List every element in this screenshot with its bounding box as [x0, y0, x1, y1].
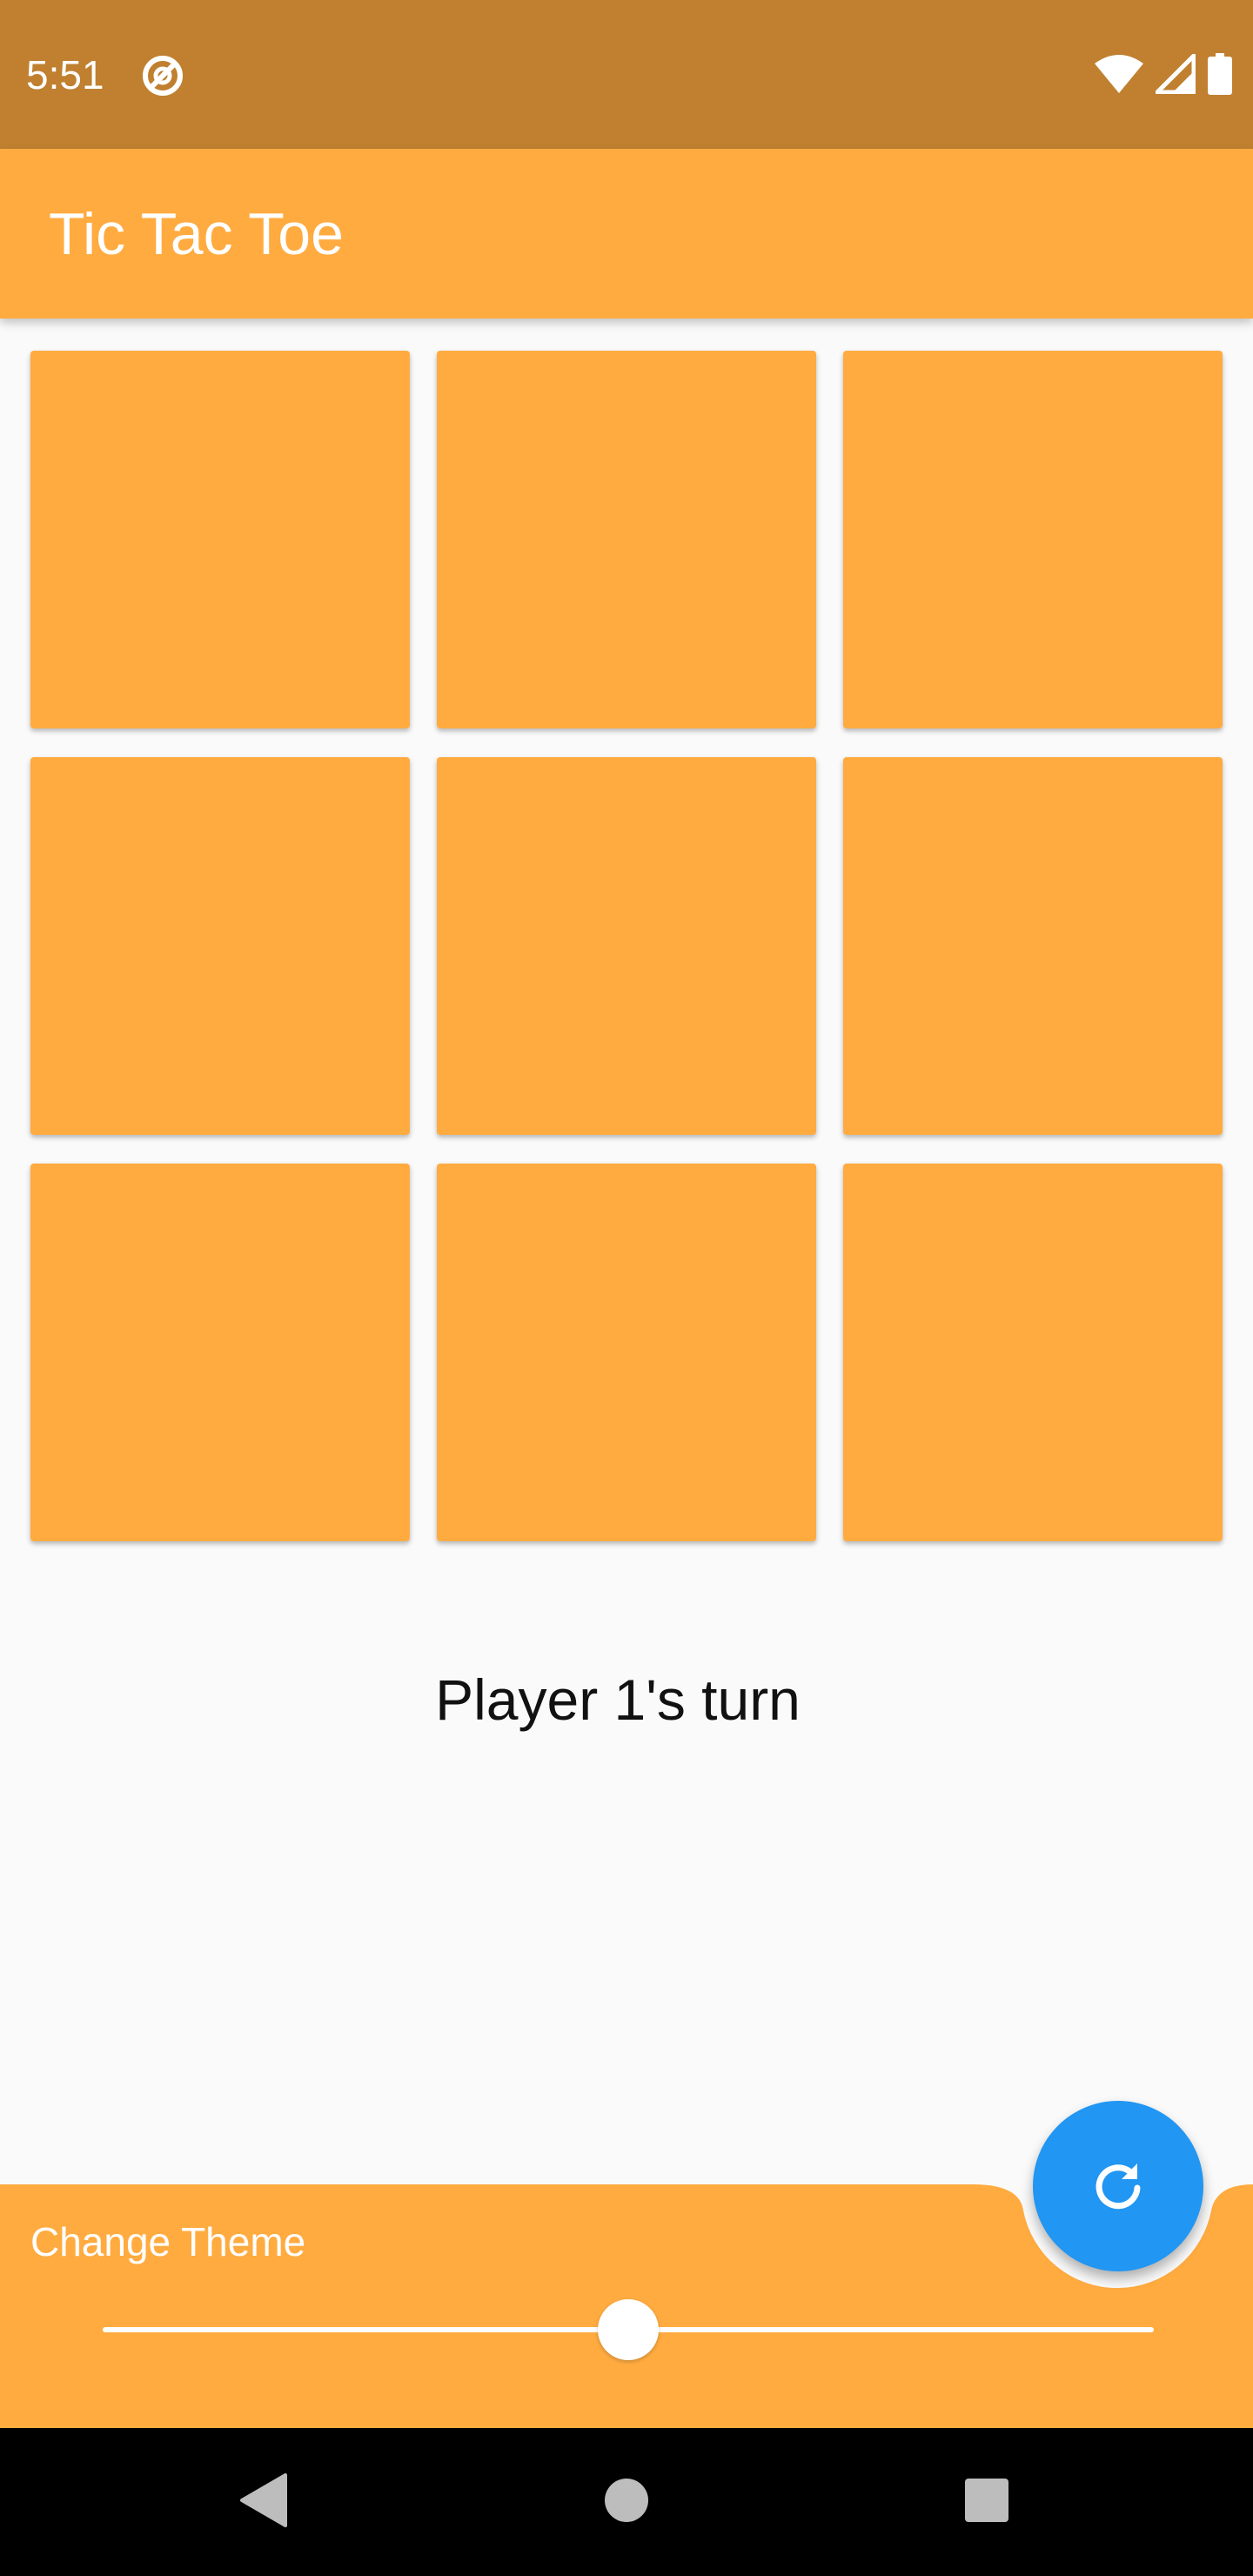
- status-bar: 5:51: [0, 0, 1253, 149]
- recents-button[interactable]: [948, 2464, 1025, 2540]
- recents-square-icon: [964, 2478, 1009, 2527]
- status-time: 5:51: [26, 52, 104, 97]
- home-circle-icon: [604, 2478, 649, 2527]
- refresh-icon: [1090, 2157, 1146, 2217]
- board-cell-1[interactable]: [30, 351, 410, 728]
- cell-signal-icon: [1155, 53, 1196, 98]
- board-cell-9[interactable]: [843, 1164, 1223, 1541]
- turn-status: Player 1's turn: [435, 1667, 801, 1732]
- at-sign-icon: [139, 52, 186, 99]
- board-cell-7[interactable]: [30, 1164, 410, 1541]
- board-cell-5[interactable]: [437, 757, 816, 1135]
- board-cell-8[interactable]: [437, 1164, 816, 1541]
- slider-thumb[interactable]: [598, 2299, 659, 2360]
- board-cell-4[interactable]: [30, 757, 410, 1135]
- app-title: Tic Tac Toe: [49, 201, 344, 267]
- back-button[interactable]: [224, 2464, 301, 2540]
- back-triangle-icon: [238, 2472, 287, 2532]
- status-icons: [1095, 52, 1232, 99]
- change-theme-label: Change Theme: [30, 2219, 306, 2264]
- board-cell-2[interactable]: [437, 351, 816, 728]
- board-cell-3[interactable]: [843, 351, 1223, 728]
- reset-game-button[interactable]: [1033, 2101, 1203, 2271]
- theme-slider[interactable]: [103, 2294, 1154, 2367]
- system-nav-bar: [0, 2428, 1253, 2576]
- home-button[interactable]: [588, 2464, 665, 2540]
- battery-icon: [1208, 52, 1232, 99]
- app-bar: Tic Tac Toe: [0, 149, 1253, 319]
- wifi-icon: [1095, 54, 1143, 97]
- board-cell-6[interactable]: [843, 757, 1223, 1135]
